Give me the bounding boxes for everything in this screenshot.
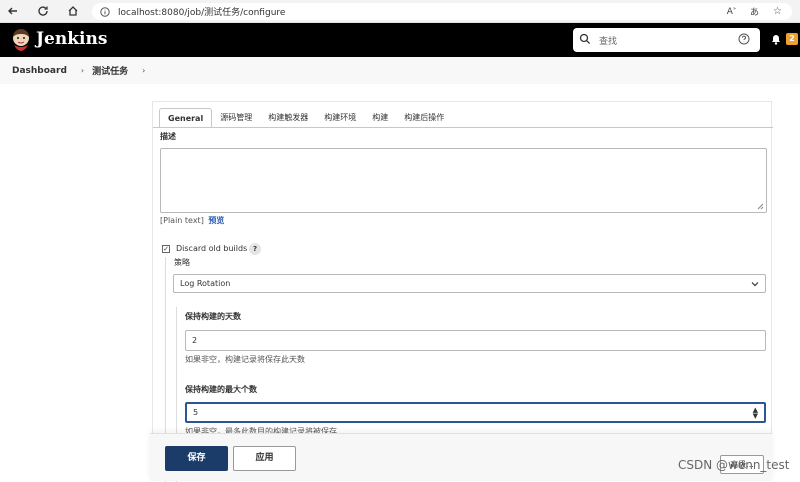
preview-link[interactable]: 预览 [208, 216, 224, 225]
read-aloud-icon[interactable]: A» [727, 6, 736, 17]
watermark: CSDN @wenn_test [678, 458, 790, 472]
description-label: 描述 [160, 132, 176, 141]
home-icon[interactable] [60, 0, 86, 23]
resize-handle-icon[interactable] [757, 203, 764, 210]
action-bar: 保存 应用 高级... [150, 433, 772, 481]
strategy-select[interactable]: Log Rotation [173, 274, 766, 293]
description-textarea[interactable] [160, 148, 767, 213]
breadcrumb-job[interactable]: 测试任务 [92, 64, 128, 77]
jenkins-logo-icon[interactable] [10, 28, 32, 52]
bell-icon[interactable] [770, 33, 782, 45]
breadcrumb-dashboard[interactable]: Dashboard [12, 66, 67, 76]
tabs-divider [153, 127, 773, 128]
help-circle-icon[interactable] [738, 33, 750, 45]
config-panel: General 源码管理 构建触发器 构建环境 构建 构建后操作 描述 [Pla… [152, 101, 773, 482]
tab-build-triggers[interactable]: 构建触发器 [260, 107, 316, 128]
save-button[interactable]: 保存 [165, 446, 228, 471]
browser-toolbar: localhost:8080/job/测试任务/configure A» あ ☆ [0, 0, 800, 23]
number-spinner-icon[interactable]: ▲ ▼ [753, 407, 758, 420]
tab-build-environment[interactable]: 构建环境 [316, 107, 364, 128]
days-to-keep-input[interactable]: 2 [185, 330, 766, 351]
tab-build[interactable]: 构建 [364, 107, 396, 128]
days-to-keep-hint: 如果非空，构建记录将保存此天数 [185, 355, 305, 364]
address-bar[interactable]: localhost:8080/job/测试任务/configure A» あ ☆ [92, 3, 792, 20]
jenkins-header: Jenkins 查找 2 [0, 23, 800, 57]
discard-old-builds-checkbox[interactable]: ✓ [162, 245, 170, 253]
notification-badge[interactable]: 2 [786, 33, 798, 45]
chevron-down-icon [751, 282, 759, 287]
plain-text-note: [Plain text] 预览 [160, 215, 224, 226]
tab-general[interactable]: General [159, 108, 213, 128]
favorite-icon[interactable]: ☆ [773, 6, 782, 17]
apply-button[interactable]: 应用 [233, 446, 296, 471]
days-to-keep-label: 保持构建的天数 [185, 312, 241, 321]
app-title[interactable]: Jenkins [36, 29, 107, 49]
config-tabs: General 源码管理 构建触发器 构建环境 构建 构建后操作 [159, 106, 452, 128]
days-to-keep-value: 2 [192, 336, 198, 345]
max-builds-input[interactable]: 5 ▲ ▼ [185, 402, 766, 423]
search-box[interactable]: 查找 [573, 28, 760, 52]
breadcrumb: Dashboard › 测试任务 › [0, 57, 800, 84]
tab-post-build[interactable]: 构建后操作 [396, 107, 452, 128]
discard-old-builds-label[interactable]: Discard old builds [176, 244, 247, 253]
info-icon [100, 6, 110, 17]
translate-icon[interactable]: あ [750, 5, 759, 18]
strategy-value: Log Rotation [180, 279, 231, 288]
back-arrow-icon[interactable] [0, 0, 26, 23]
chevron-right-icon[interactable]: › [142, 66, 145, 75]
search-icon [579, 33, 591, 45]
search-placeholder: 查找 [599, 37, 618, 47]
max-builds-label: 保持构建的最大个数 [185, 385, 257, 394]
strategy-label: 策略 [174, 258, 190, 267]
url-text: localhost:8080/job/测试任务/configure [118, 8, 286, 18]
plain-text-label: [Plain text] [160, 216, 204, 225]
tab-source-code[interactable]: 源码管理 [212, 107, 260, 128]
max-builds-value: 5 [193, 408, 199, 417]
help-icon[interactable]: ? [249, 243, 261, 255]
chevron-right-icon[interactable]: › [81, 66, 84, 75]
reload-icon[interactable] [30, 0, 56, 23]
